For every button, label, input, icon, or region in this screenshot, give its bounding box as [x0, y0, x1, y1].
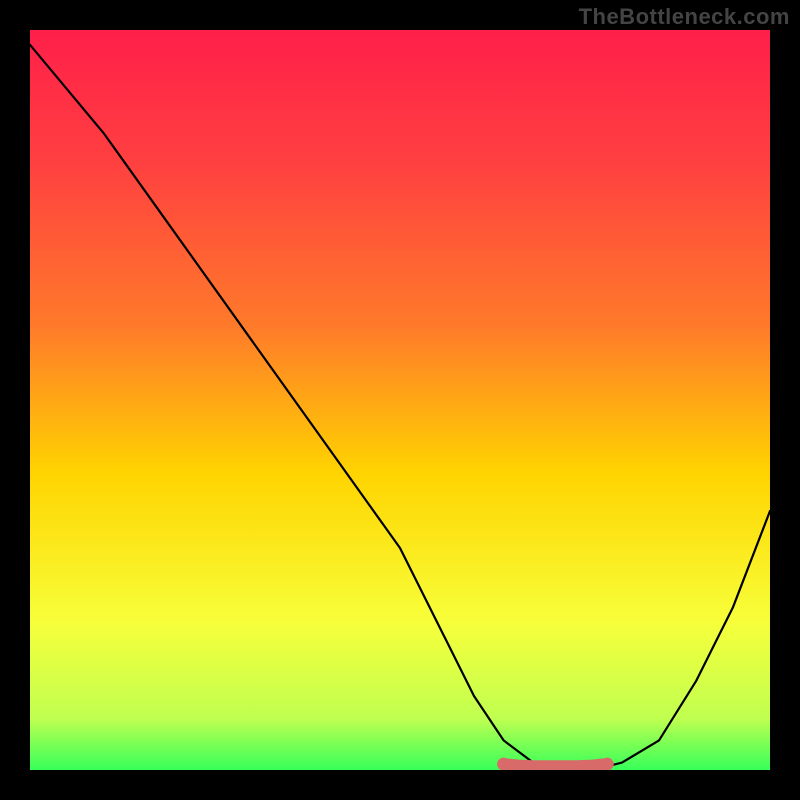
bottleneck-chart	[0, 0, 800, 800]
chart-container: TheBottleneck.com	[0, 0, 800, 800]
frame-left	[0, 0, 30, 800]
optimal-range-end-dot	[601, 758, 614, 771]
frame-bottom	[0, 770, 800, 800]
optimal-range-start-dot	[497, 758, 510, 771]
watermark-text: TheBottleneck.com	[579, 4, 790, 30]
frame-right	[770, 0, 800, 800]
optimal-range-marker	[504, 764, 608, 766]
